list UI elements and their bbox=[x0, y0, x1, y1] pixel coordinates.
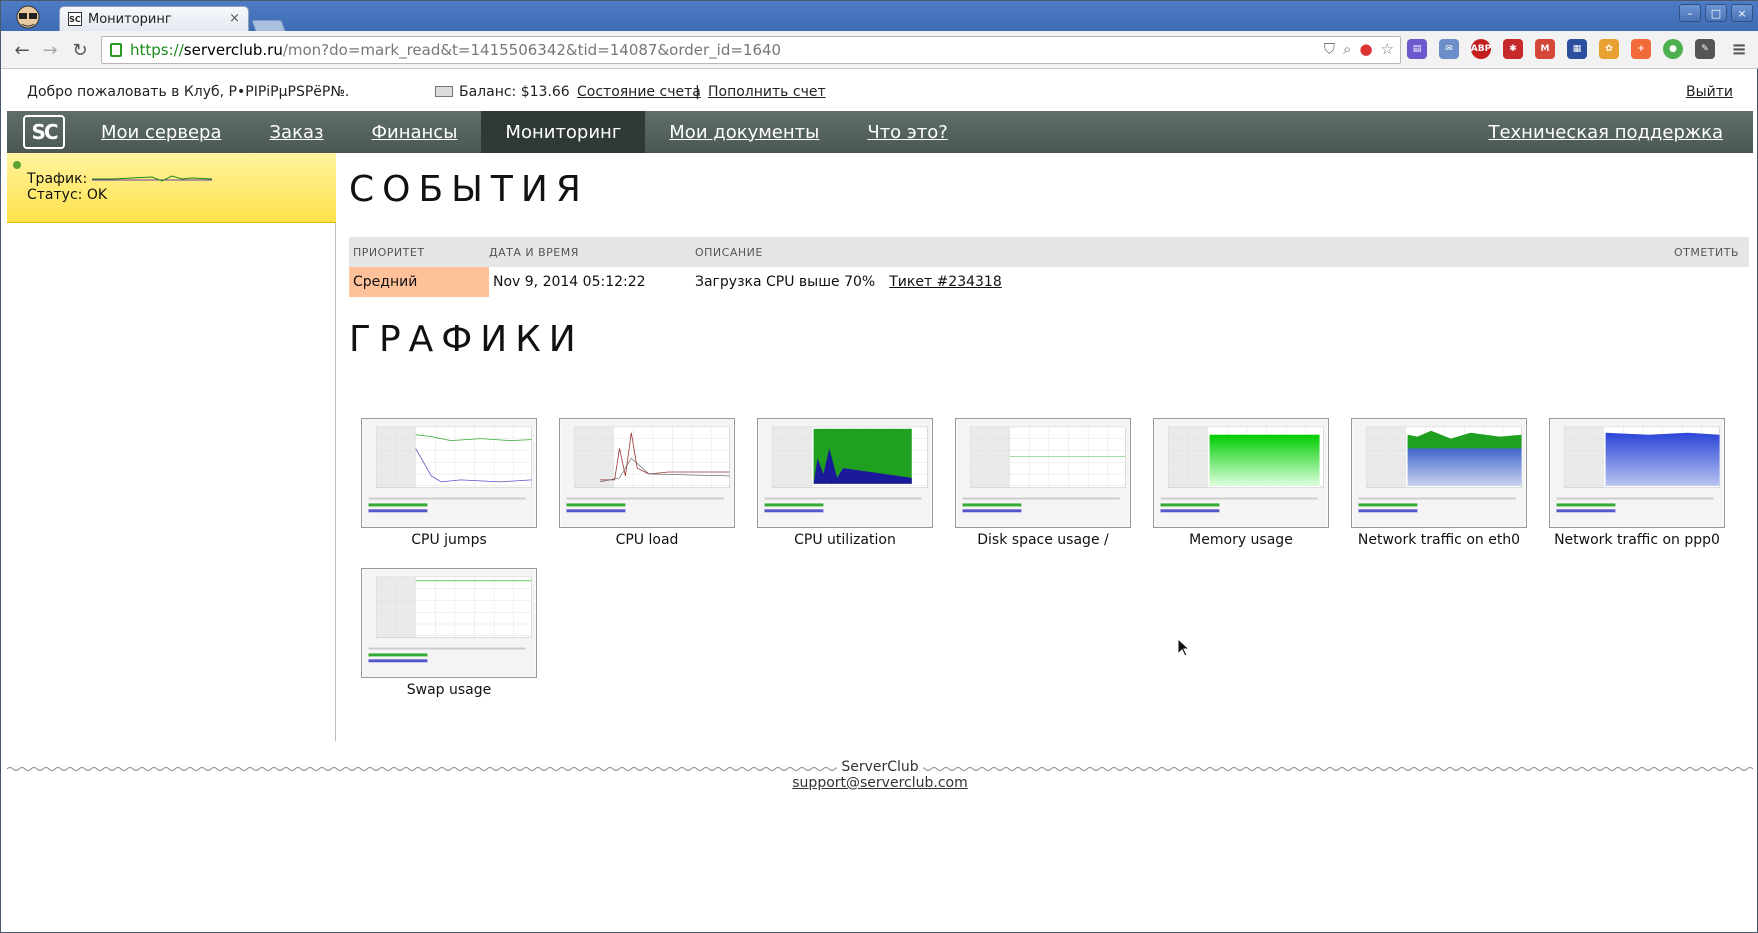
event-datetime: Nov 9, 2014 05:12:22 bbox=[493, 274, 646, 290]
browser-logo-icon bbox=[16, 5, 40, 29]
nav-item-1[interactable]: Мои сервера bbox=[77, 111, 246, 153]
graph-thumbnail[interactable] bbox=[1351, 418, 1527, 528]
title-bar: SC Мониторинг × – □ × bbox=[1, 1, 1758, 34]
bookmark-star-icon[interactable]: ☆ bbox=[1381, 40, 1394, 58]
footer: ServerClub support@serverclub.com bbox=[7, 759, 1753, 819]
url-path: /mon?do=mark_read&t=1415506342&tid=14087… bbox=[282, 41, 782, 59]
traffic-sparkline bbox=[91, 175, 212, 182]
url-scheme: https:// bbox=[130, 41, 184, 59]
extension-leaf-icon[interactable]: ● bbox=[1663, 39, 1683, 59]
logout-link[interactable]: Выйти bbox=[1686, 84, 1733, 100]
wallet-icon bbox=[435, 86, 453, 97]
welcome-text: Добро пожаловать в Клуб, Р•РІРіРµРЅРёР№. bbox=[27, 84, 350, 100]
menu-icon[interactable]: ≡ bbox=[1729, 39, 1749, 60]
address-bar[interactable]: https://serverclub.ru/mon?do=mark_read&t… bbox=[101, 36, 1401, 64]
priority-badge: Средний bbox=[349, 267, 489, 297]
shield-icon[interactable]: ⛉ bbox=[1324, 40, 1335, 58]
close-window-icon[interactable]: × bbox=[1731, 4, 1753, 22]
tab-close-icon[interactable]: × bbox=[229, 11, 240, 26]
graph-card[interactable]: CPU jumps bbox=[359, 418, 539, 558]
zoom-icon[interactable]: ⌕ bbox=[1343, 40, 1351, 58]
extension-grid-icon[interactable]: ▦ bbox=[1567, 39, 1587, 59]
extension-asterisk-icon[interactable]: ✱ bbox=[1503, 39, 1523, 59]
maximize-icon[interactable]: □ bbox=[1705, 4, 1727, 22]
reload-icon[interactable]: ↻ bbox=[69, 39, 91, 61]
graph-caption: Memory usage bbox=[1189, 532, 1293, 548]
nav-item-5[interactable]: Мои документы bbox=[645, 111, 843, 153]
url-host: serverclub.ru bbox=[183, 41, 283, 59]
graph-caption: Swap usage bbox=[406, 682, 492, 698]
extension-calendar-icon[interactable]: ▤ bbox=[1407, 39, 1427, 59]
status-label: Статус: OK bbox=[27, 187, 108, 203]
separator: | bbox=[695, 84, 700, 100]
sidebar: Трафик: Статус: OK bbox=[7, 153, 336, 741]
graph-card[interactable]: Memory usage bbox=[1151, 418, 1331, 558]
top-up-link[interactable]: Пополнить счет bbox=[708, 84, 826, 100]
graph-card[interactable]: CPU utilization bbox=[755, 418, 935, 558]
graph-caption: Network traffic on eth0 bbox=[1357, 532, 1521, 548]
back-arrow-icon[interactable]: ← bbox=[11, 39, 33, 61]
graph-caption: CPU load bbox=[615, 532, 679, 548]
nav-item-2[interactable]: Заказ bbox=[246, 111, 348, 153]
graph-card[interactable]: Disk space usage / bbox=[953, 418, 1133, 558]
graph-thumbnail[interactable] bbox=[361, 418, 537, 528]
graph-card[interactable]: CPU load bbox=[557, 418, 737, 558]
tab-title: Мониторинг bbox=[88, 11, 172, 27]
graphs-heading: ГРАФИКИ bbox=[349, 319, 584, 360]
extension-tool-icon[interactable]: ✎ bbox=[1695, 39, 1715, 59]
footer-brand: ServerClub bbox=[837, 759, 923, 775]
serverclub-logo[interactable]: SC bbox=[23, 115, 65, 149]
balance-text: Баланс: $13.66 bbox=[459, 84, 570, 100]
browser-tab[interactable]: SC Мониторинг × bbox=[59, 6, 249, 31]
browser-window: SC Мониторинг × – □ × ← → ↻ https://serv… bbox=[0, 0, 1758, 933]
nav-item-4[interactable]: Мониторинг bbox=[481, 111, 646, 153]
graph-card[interactable]: Network traffic on ppp0 bbox=[1547, 418, 1727, 558]
graph-thumbnail[interactable] bbox=[361, 568, 537, 678]
graph-caption: CPU utilization bbox=[794, 532, 896, 548]
server-status-panel[interactable]: Трафик: Статус: OK bbox=[7, 153, 336, 223]
main-nav: SC Мои сервера Заказ Финансы Мониторинг Мои … bbox=[7, 111, 1753, 153]
table-row: Средний Nov 9, 2014 05:12:22 Загрузка CP… bbox=[349, 267, 1749, 297]
graph-card[interactable]: Swap usage bbox=[359, 568, 539, 708]
lock-icon bbox=[110, 43, 122, 57]
events-heading: СОБЫТИЯ bbox=[349, 169, 589, 210]
browser-toolbar: ← → ↻ https://serverclub.ru/mon?do=mark_… bbox=[1, 31, 1758, 69]
graph-caption: CPU jumps bbox=[411, 532, 487, 548]
col-datetime: ДАТА И ВРЕМЯ bbox=[489, 245, 579, 259]
extension-flower-icon[interactable]: ✿ bbox=[1599, 39, 1619, 59]
traffic-label: Трафик: bbox=[27, 171, 88, 187]
extension-plus-icon[interactable]: + bbox=[1631, 39, 1651, 59]
col-mark: ОТМЕТИТЬ bbox=[1673, 245, 1739, 259]
nav-item-6[interactable]: Что это? bbox=[843, 111, 972, 153]
graph-thumbnail[interactable] bbox=[955, 418, 1131, 528]
site-favicon-icon: SC bbox=[68, 12, 82, 26]
mouse-cursor-icon bbox=[1178, 639, 1190, 657]
gmail-icon[interactable]: M bbox=[1535, 39, 1555, 59]
event-description: Загрузка CPU выше 70% bbox=[695, 274, 876, 290]
graph-thumbnail[interactable] bbox=[757, 418, 933, 528]
col-description: ОПИСАНИЕ bbox=[695, 245, 763, 259]
adblock-icon[interactable]: ABP bbox=[1471, 39, 1491, 59]
forward-arrow-icon[interactable]: → bbox=[39, 39, 61, 61]
nav-item-3[interactable]: Финансы bbox=[348, 111, 482, 153]
extension-mail-icon[interactable]: ✉ bbox=[1439, 39, 1459, 59]
graph-caption: Disk space usage / bbox=[977, 532, 1109, 548]
graph-thumbnail[interactable] bbox=[1549, 418, 1725, 528]
graph-thumbnail[interactable] bbox=[559, 418, 735, 528]
account-state-link[interactable]: Состояние счета bbox=[577, 84, 701, 100]
minimize-icon[interactable]: – bbox=[1679, 4, 1701, 22]
user-bar: Добро пожаловать в Клуб, Р•РІРіРµРЅРёР№.… bbox=[1, 70, 1758, 111]
support-link[interactable]: Техническая поддержка bbox=[1488, 111, 1723, 153]
graph-caption: Network traffic on ppp0 bbox=[1554, 532, 1720, 548]
status-dot-icon bbox=[13, 161, 21, 169]
graph-card[interactable]: Network traffic on eth0 bbox=[1349, 418, 1529, 558]
events-table-header: ПРИОРИТЕТ ДАТА И ВРЕМЯ ОПИСАНИЕ ОТМЕТИТЬ bbox=[349, 237, 1749, 267]
support-email-link[interactable]: support@serverclub.com bbox=[792, 775, 967, 791]
col-priority: ПРИОРИТЕТ bbox=[353, 245, 425, 259]
graph-thumbnail[interactable] bbox=[1153, 418, 1329, 528]
events-table: ПРИОРИТЕТ ДАТА И ВРЕМЯ ОПИСАНИЕ ОТМЕТИТЬ… bbox=[349, 237, 1749, 297]
ticket-link[interactable]: Тикет #234318 bbox=[889, 274, 1002, 290]
extension-badge-icon[interactable]: ● bbox=[1359, 40, 1372, 58]
